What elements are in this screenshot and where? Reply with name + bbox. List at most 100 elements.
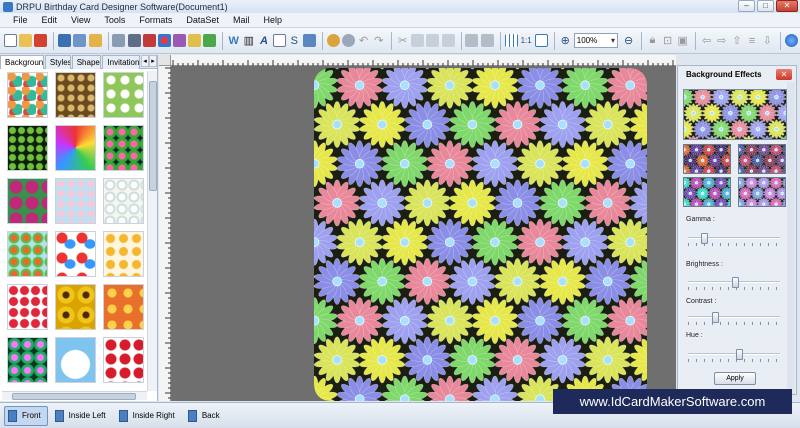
help-globe-icon[interactable] <box>784 32 798 49</box>
export-icon[interactable] <box>88 32 102 49</box>
slider-knob[interactable] <box>701 233 708 244</box>
actual-size-icon[interactable]: 1:1 <box>520 32 533 49</box>
effect-swatch[interactable] <box>683 177 731 207</box>
background-thumbnail[interactable] <box>55 178 96 224</box>
tab-shapes[interactable]: Shapes <box>71 55 102 69</box>
lock-icon[interactable]: 🔒︎ <box>646 32 659 49</box>
minimize-button[interactable]: – <box>738 0 755 12</box>
card-page-front[interactable] <box>314 68 647 401</box>
barcode-icon[interactable]: ▥ <box>242 32 255 49</box>
background-thumbnail[interactable] <box>103 125 144 171</box>
page-tab-inside-left[interactable]: Inside Left <box>52 406 112 426</box>
show-grid-icon[interactable] <box>504 32 518 49</box>
background-thumbnail[interactable] <box>7 284 48 330</box>
menu-view[interactable]: View <box>64 15 97 25</box>
panel-close-button[interactable]: ✕ <box>776 69 792 80</box>
menu-dataset[interactable]: DataSet <box>179 15 226 25</box>
slider-knob[interactable] <box>732 277 739 288</box>
tab-invitation-text[interactable]: Invitation Te <box>102 55 140 69</box>
menu-help[interactable]: Help <box>256 15 289 25</box>
thumbnails-vertical-scrollbar[interactable] <box>147 71 157 391</box>
gamma-slider[interactable] <box>688 233 780 246</box>
align-icon[interactable]: ≡ <box>746 32 759 49</box>
pencil-icon[interactable] <box>188 32 202 49</box>
tab-scroll-right-icon[interactable]: ▸ <box>149 55 157 67</box>
tab-styles[interactable]: Styles <box>44 55 71 69</box>
send-back-icon[interactable] <box>480 32 494 49</box>
background-thumbnail[interactable] <box>103 178 144 224</box>
text-icon[interactable]: A <box>257 32 270 49</box>
background-thumbnail[interactable] <box>55 231 96 277</box>
print-icon[interactable] <box>127 32 141 49</box>
mail-icon[interactable] <box>142 32 156 49</box>
save-as-icon[interactable] <box>73 32 87 49</box>
panel-scrollbar[interactable] <box>787 82 795 394</box>
new-icon[interactable] <box>4 32 18 49</box>
close-button[interactable]: ✕ <box>776 0 798 12</box>
group-icon[interactable]: ▣ <box>676 32 689 49</box>
thumbnails-horizontal-scrollbar[interactable] <box>2 391 147 400</box>
maximize-button[interactable]: □ <box>757 0 774 12</box>
unlock-icon[interactable]: ⊡ <box>661 32 674 49</box>
close-doc-icon[interactable] <box>34 32 48 49</box>
background-thumbnail[interactable] <box>7 337 48 383</box>
brightness-slider[interactable] <box>688 277 780 290</box>
background-thumbnail[interactable] <box>103 284 144 330</box>
tab-scroll-left-icon[interactable]: ◂ <box>141 55 149 67</box>
background-thumbnail[interactable] <box>55 284 96 330</box>
background-thumbnail[interactable] <box>7 231 48 277</box>
effect-swatch[interactable] <box>738 177 786 207</box>
signature-icon[interactable]: S <box>288 32 301 49</box>
zoom-out-icon[interactable]: ⊖ <box>622 32 635 49</box>
background-thumbnail[interactable] <box>55 125 96 171</box>
zoom-in-icon[interactable]: ⊕ <box>559 32 572 49</box>
background-thumbnail[interactable] <box>103 337 144 383</box>
effect-swatch[interactable] <box>683 144 731 174</box>
database-export-icon[interactable] <box>341 32 355 49</box>
tab-backgrounds[interactable]: Backgrounds <box>0 55 44 69</box>
slider-knob[interactable] <box>736 349 743 360</box>
shapes-icon[interactable] <box>157 32 171 49</box>
undo-icon[interactable]: ↶ <box>357 32 370 49</box>
move-up-icon[interactable]: ⇧ <box>730 32 743 49</box>
background-thumbnail[interactable] <box>103 231 144 277</box>
slider-knob[interactable] <box>712 312 719 323</box>
menu-edit[interactable]: Edit <box>35 15 65 25</box>
page-tab-back[interactable]: Back <box>185 406 226 426</box>
contrast-slider[interactable] <box>688 312 780 325</box>
move-right-icon[interactable]: ⇨ <box>715 32 728 49</box>
book-icon[interactable] <box>173 32 186 49</box>
page-tab-inside-right[interactable]: Inside Right <box>116 406 181 426</box>
print-preview-icon[interactable] <box>112 32 126 49</box>
move-down-icon[interactable]: ⇩ <box>761 32 774 49</box>
save-icon[interactable] <box>58 32 72 49</box>
menu-tools[interactable]: Tools <box>97 15 132 25</box>
page-tab-front[interactable]: Front <box>4 405 48 426</box>
copy-icon[interactable] <box>411 32 425 49</box>
delete-icon[interactable] <box>441 32 455 49</box>
fit-window-icon[interactable] <box>534 32 548 49</box>
apply-button[interactable]: Apply <box>714 372 756 385</box>
image-icon[interactable] <box>203 32 217 49</box>
zoom-select[interactable]: 100% <box>573 33 618 48</box>
move-left-icon[interactable]: ⇦ <box>700 32 713 49</box>
paste-icon[interactable] <box>426 32 440 49</box>
redo-icon[interactable]: ↷ <box>372 32 385 49</box>
wordart-icon[interactable]: W <box>227 32 240 49</box>
menu-mail[interactable]: Mail <box>226 15 257 25</box>
background-thumbnail[interactable] <box>7 178 48 224</box>
menu-formats[interactable]: Formats <box>132 15 179 25</box>
bring-front-icon[interactable] <box>465 32 479 49</box>
effect-swatch[interactable] <box>738 144 786 174</box>
cut-icon[interactable]: ✂ <box>396 32 409 49</box>
menu-file[interactable]: File <box>6 15 35 25</box>
grid-icon[interactable] <box>302 32 316 49</box>
database-icon[interactable] <box>326 32 340 49</box>
background-thumbnail[interactable] <box>55 72 96 118</box>
background-thumbnail[interactable] <box>7 72 48 118</box>
open-icon[interactable] <box>19 32 33 49</box>
document-icon[interactable] <box>272 32 286 49</box>
hue-slider[interactable] <box>688 349 780 362</box>
background-thumbnail[interactable] <box>103 72 144 118</box>
background-thumbnail[interactable] <box>55 337 96 383</box>
